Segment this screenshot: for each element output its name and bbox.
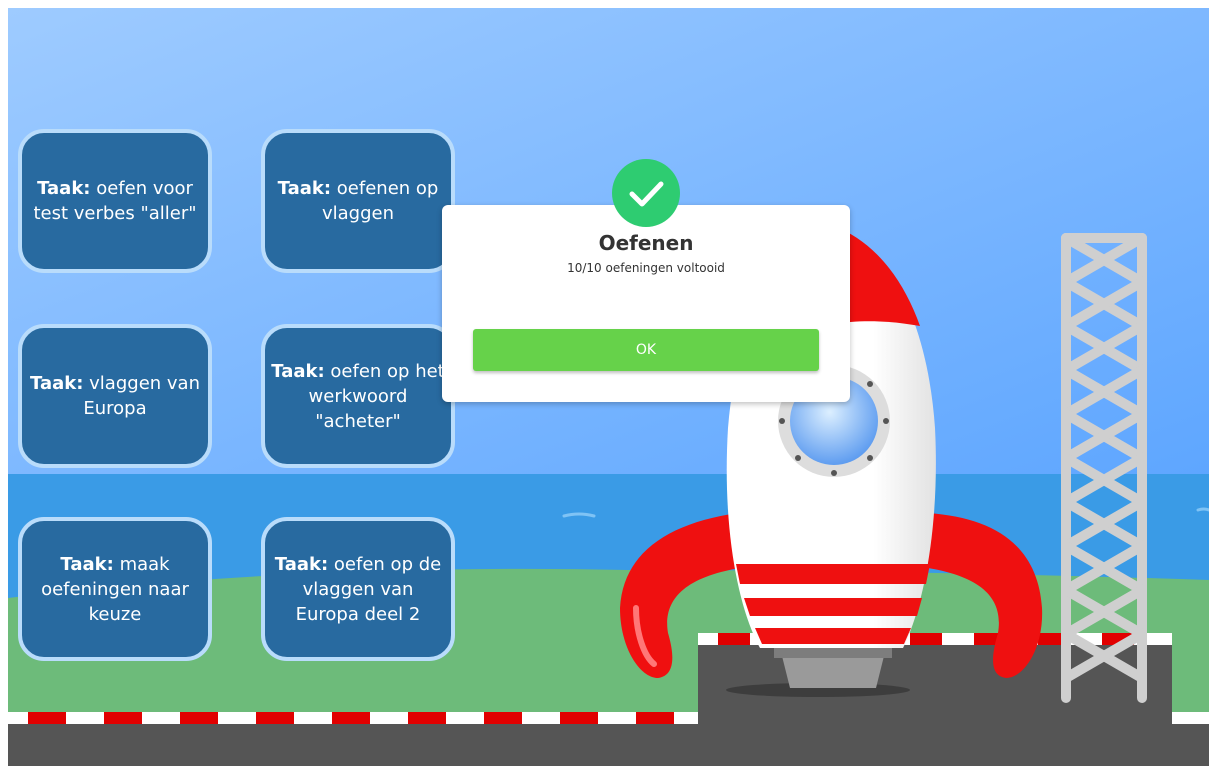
task-text: oefen op het werkwoord "acheter"	[308, 360, 445, 432]
task-prefix: Taak:	[274, 553, 329, 575]
task-card-2[interactable]: Taak: oefenen op vlaggen	[261, 129, 455, 273]
task-prefix: Taak:	[30, 373, 84, 394]
task-card-4[interactable]: Taak: oefen op het werkwoord "acheter"	[261, 324, 455, 468]
task-prefix: Taak:	[60, 553, 114, 575]
game-stage: Taak: oefen voor test verbes "aller" Taa…	[8, 8, 1209, 766]
ok-button[interactable]: OK	[473, 329, 819, 371]
task-text: vlaggen van Europa	[83, 373, 200, 419]
check-icon	[612, 159, 680, 227]
task-card-6[interactable]: Taak: oefen op de vlaggen van Europa dee…	[261, 517, 455, 661]
task-card-5[interactable]: Taak: maak oefeningen naar keuze	[18, 517, 212, 661]
task-card-3[interactable]: Taak: vlaggen van Europa	[18, 324, 212, 468]
dialog-title: Oefenen	[598, 231, 694, 255]
task-card-1[interactable]: Taak: oefen voor test verbes "aller"	[18, 129, 212, 273]
task-prefix: Taak:	[277, 178, 332, 199]
task-text: oefenen op vlaggen	[321, 178, 439, 224]
task-prefix: Taak:	[271, 360, 325, 382]
completion-dialog: Oefenen 10/10 oefeningen voltooid OK	[442, 205, 850, 402]
dialog-subtitle: 10/10 oefeningen voltooid	[567, 261, 725, 275]
task-prefix: Taak:	[37, 178, 91, 199]
